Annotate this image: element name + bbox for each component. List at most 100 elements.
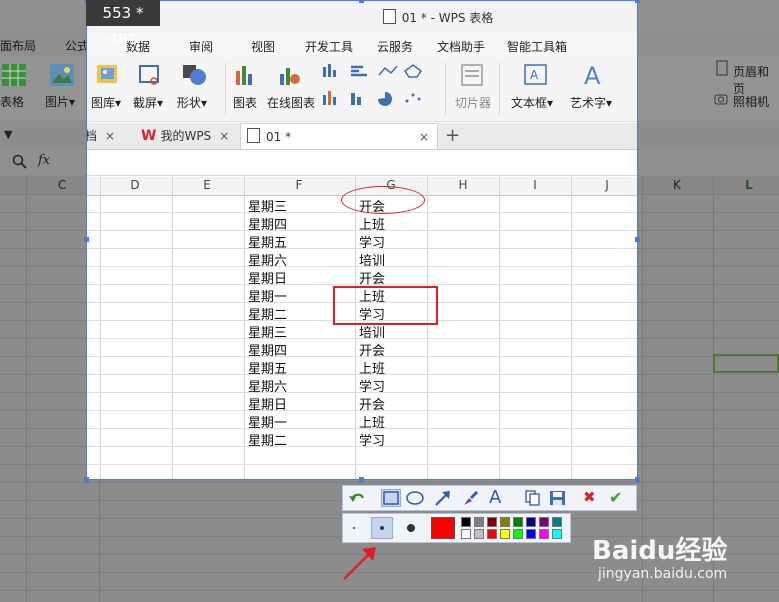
resize-handle[interactable] (84, 237, 89, 242)
header-footer-icon (716, 60, 728, 76)
cell-weekday[interactable]: 星期二 (248, 304, 287, 323)
menu-view[interactable]: 视图 (251, 38, 275, 55)
undo-icon[interactable] (347, 489, 367, 507)
resize-handle[interactable] (635, 237, 640, 242)
search-icon[interactable] (12, 154, 27, 169)
save-icon[interactable] (548, 489, 568, 507)
copy-icon[interactable] (523, 489, 543, 507)
close-icon[interactable]: × (219, 129, 229, 143)
cell-weekday[interactable]: 星期二 (248, 430, 287, 449)
cell-weekday[interactable]: 星期三 (248, 322, 287, 341)
cell-activity[interactable]: 学习 (359, 232, 385, 251)
ribbon-picture-label[interactable]: 图片▾ (45, 93, 75, 110)
brush-icon[interactable] (460, 489, 480, 507)
chevron-down-icon[interactable]: ▼ (4, 128, 12, 141)
cell-weekday[interactable]: 星期一 (248, 286, 287, 305)
cell-activity[interactable]: 学习 (359, 430, 385, 449)
color-swatch[interactable] (500, 517, 510, 527)
resize-handle[interactable] (359, 0, 364, 3)
col-header-i[interactable]: I (525, 178, 545, 192)
cell-activity[interactable]: 开会 (359, 394, 385, 413)
cell-activity[interactable]: 学习 (359, 376, 385, 395)
color-swatch[interactable] (526, 529, 536, 539)
cell-activity[interactable]: 培训 (359, 250, 385, 269)
cell-weekday[interactable]: 星期四 (248, 214, 287, 233)
ribbon-table-label[interactable]: 表格 (0, 93, 24, 110)
cell-activity[interactable]: 开会 (359, 340, 385, 359)
screenshot-selection[interactable]: 01 * - WPS 表格 数据 审阅 视图 开发工具 云服务 文档助手 智能工… (86, 0, 638, 480)
rectangle-tool-button[interactable] (381, 489, 401, 507)
cell-weekday[interactable]: 星期日 (248, 268, 287, 287)
color-swatch[interactable] (500, 529, 510, 539)
current-color-swatch[interactable] (431, 517, 455, 539)
close-icon[interactable]: × (105, 129, 115, 143)
color-swatch[interactable] (474, 517, 484, 527)
color-swatch[interactable] (539, 517, 549, 527)
formula-input[interactable] (87, 151, 637, 176)
color-swatch[interactable] (526, 517, 536, 527)
menu-review[interactable]: 审阅 (189, 38, 213, 55)
color-swatch[interactable] (487, 529, 497, 539)
cell-weekday[interactable]: 星期五 (248, 232, 287, 251)
shapes-icon (183, 65, 206, 85)
cell-activity[interactable]: 上班 (359, 358, 385, 377)
color-swatch[interactable] (513, 529, 523, 539)
cell-activity[interactable]: 开会 (359, 268, 385, 287)
cell-weekday[interactable]: 星期五 (248, 358, 287, 377)
cell-activity[interactable]: 上班 (359, 214, 385, 233)
resize-handle[interactable] (635, 0, 640, 3)
col-header-j[interactable]: J (597, 178, 617, 192)
ribbon-chart-types[interactable] (323, 63, 433, 114)
ribbon-header-footer-label[interactable]: 页眉和页 (733, 63, 779, 97)
ellipse-icon[interactable] (405, 489, 425, 507)
resize-handle[interactable] (635, 477, 640, 482)
resize-handle[interactable] (359, 477, 364, 482)
cell-weekday[interactable]: 星期六 (248, 376, 287, 395)
ribbon-camera-label[interactable]: 照相机 (733, 93, 769, 110)
annotation-ellipse[interactable] (341, 186, 425, 214)
cell-weekday[interactable]: 星期六 (248, 250, 287, 269)
menu-page-layout[interactable]: 面布局 (0, 37, 36, 54)
cell-activity[interactable]: 上班 (359, 412, 385, 431)
confirm-icon[interactable]: ✔ (609, 488, 629, 507)
menu-doc-assistant[interactable]: 文档助手 (437, 38, 485, 55)
annotation-rectangle[interactable] (333, 286, 438, 325)
tab-document-01[interactable]: 01 * × (240, 123, 438, 149)
cell-weekday[interactable]: 星期一 (248, 412, 287, 431)
baidu-watermark-url: jingyan.baidu.com (598, 566, 728, 582)
col-header-e[interactable]: E (197, 178, 217, 192)
col-header-d[interactable]: D (125, 178, 145, 192)
resize-handle[interactable] (84, 477, 89, 482)
color-swatch[interactable] (461, 529, 471, 539)
camera-icon (714, 94, 728, 105)
close-icon[interactable]: × (419, 124, 429, 150)
col-header-l[interactable]: L (745, 178, 753, 192)
color-swatch[interactable] (552, 517, 562, 527)
text-icon[interactable]: A (489, 487, 509, 508)
menu-developer[interactable]: 开发工具 (305, 38, 353, 55)
cell-weekday[interactable]: 星期日 (248, 394, 287, 413)
pen-size-large[interactable] (407, 524, 415, 532)
cell-weekday[interactable]: 星期三 (248, 196, 287, 215)
color-swatch[interactable] (552, 529, 562, 539)
menu-cloud-service[interactable]: 云服务 (377, 38, 413, 55)
color-swatch[interactable] (487, 517, 497, 527)
color-swatch[interactable] (461, 517, 471, 527)
active-cell-outline[interactable] (713, 354, 779, 373)
pen-size-medium[interactable] (371, 517, 393, 539)
tab-cloud-docs[interactable]: 云文档× (87, 123, 115, 149)
pen-size-small[interactable] (353, 527, 355, 529)
col-header-h[interactable]: H (453, 178, 473, 192)
col-header-c[interactable]: C (58, 178, 66, 192)
arrow-icon[interactable] (433, 489, 453, 507)
col-header-f[interactable]: F (289, 178, 309, 192)
col-header-k[interactable]: K (673, 178, 681, 192)
cell-weekday[interactable]: 星期四 (248, 340, 287, 359)
menu-smart-toolbox[interactable]: 智能工具箱 (507, 38, 567, 55)
color-swatch[interactable] (513, 517, 523, 527)
tab-my-wps[interactable]: W 我的WPS × (141, 123, 229, 149)
new-tab-button[interactable]: + (445, 123, 460, 149)
color-swatch[interactable] (474, 529, 484, 539)
cancel-icon[interactable]: ✖ (583, 488, 603, 506)
color-swatch[interactable] (539, 529, 549, 539)
